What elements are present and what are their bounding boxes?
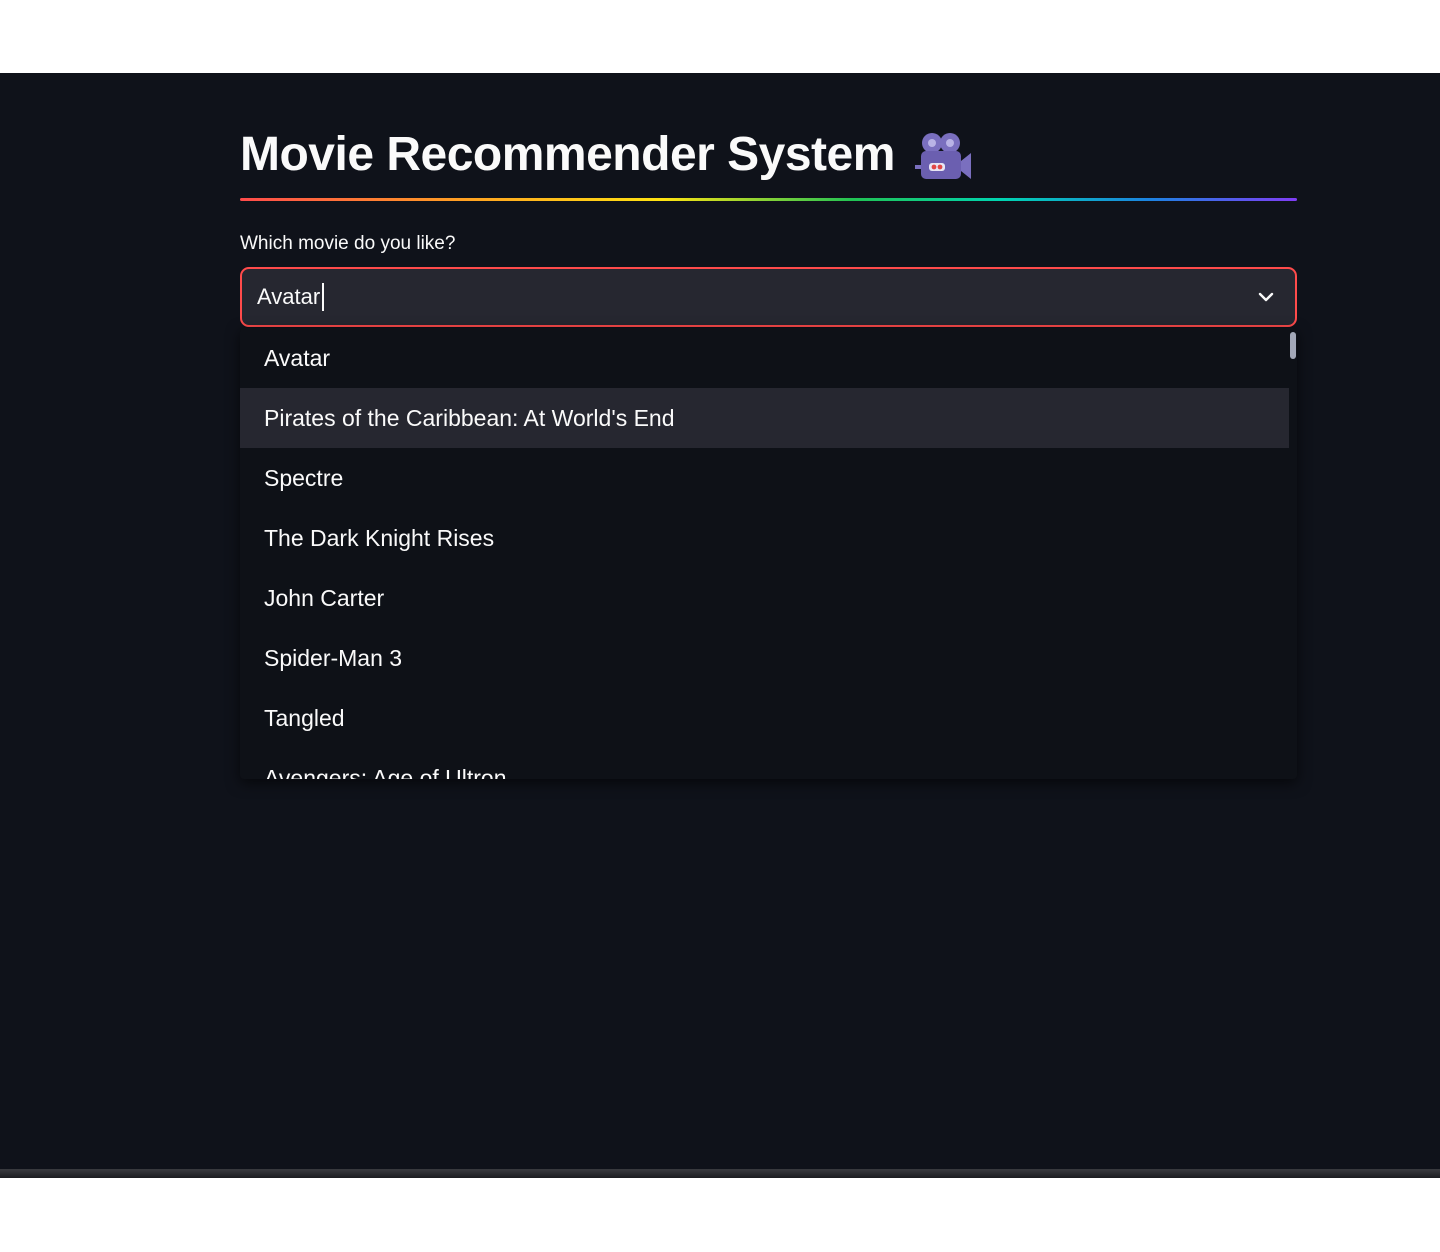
dropdown-option[interactable]: The Dark Knight Rises bbox=[240, 508, 1289, 568]
dropdown-option[interactable]: Spider-Man 3 bbox=[240, 628, 1289, 688]
dropdown-option[interactable]: Spectre bbox=[240, 448, 1289, 508]
text-cursor bbox=[322, 283, 325, 311]
movie-selectbox[interactable]: Avatar bbox=[240, 267, 1297, 327]
page-title: Movie Recommender System bbox=[240, 124, 973, 186]
bottom-scrollbar-strip bbox=[0, 1169, 1440, 1178]
dropdown-option[interactable]: Avatar bbox=[240, 328, 1289, 388]
selected-movie-text: Avatar bbox=[257, 284, 321, 309]
movie-camera-icon bbox=[914, 131, 973, 183]
dropdown-option[interactable]: Tangled bbox=[240, 688, 1289, 748]
scrollbar-thumb[interactable] bbox=[1290, 332, 1296, 359]
dropdown-option[interactable]: John Carter bbox=[240, 568, 1289, 628]
browser-bottom-area bbox=[0, 1178, 1440, 1252]
movie-dropdown-list: Avatar Pirates of the Caribbean: At Worl… bbox=[240, 328, 1297, 779]
dropdown-option-highlighted[interactable]: Pirates of the Caribbean: At World's End bbox=[240, 388, 1289, 448]
page-title-text: Movie Recommender System bbox=[240, 128, 895, 181]
movie-select-label: Which movie do you like? bbox=[240, 233, 456, 254]
dropdown-scrollbar[interactable] bbox=[1289, 328, 1297, 779]
title-divider bbox=[240, 198, 1297, 201]
chevron-down-icon[interactable] bbox=[1257, 288, 1275, 306]
movie-search-input[interactable]: Avatar bbox=[257, 283, 325, 311]
browser-top-area bbox=[0, 0, 1440, 73]
options-list: Avatar Pirates of the Caribbean: At Worl… bbox=[240, 328, 1289, 779]
dropdown-option[interactable]: Avengers: Age of Ultron bbox=[240, 748, 1289, 779]
